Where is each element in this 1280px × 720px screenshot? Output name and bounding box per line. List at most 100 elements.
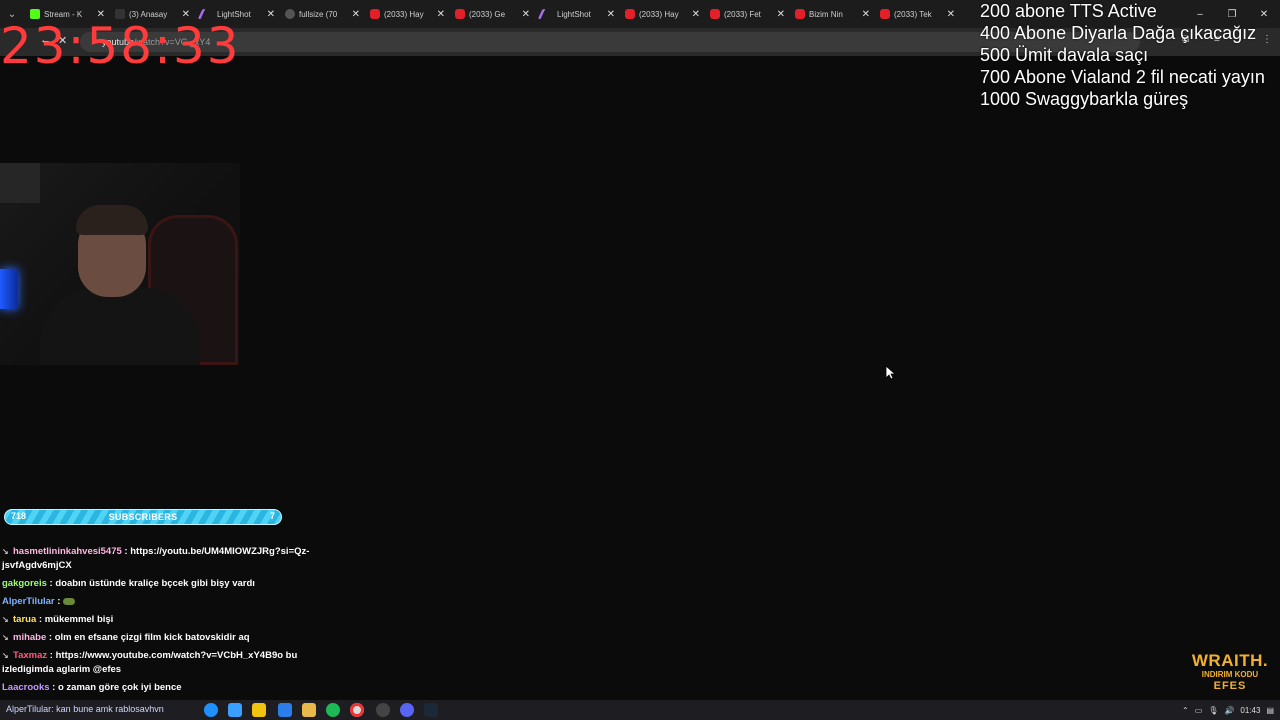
sponsor-logo: WRAITH. INDIRIM KODU EFES	[1190, 651, 1270, 693]
folder-icon[interactable]	[302, 703, 316, 717]
chat-separator: :	[49, 682, 58, 693]
chat-username: Taxmaz	[13, 650, 48, 661]
youtube-icon	[625, 9, 635, 19]
discord-icon[interactable]	[400, 703, 414, 717]
goal-item: 700 Abone Vialand 2 fil necati yayın	[980, 67, 1265, 87]
tray-chevron-icon[interactable]: ⌃	[1182, 706, 1189, 715]
browser-tab[interactable]: (2033) Hay ✕	[364, 0, 449, 28]
browser-tab[interactable]: (2033) Tek ✕	[874, 0, 959, 28]
chat-text: mükemmel bişi	[44, 614, 114, 625]
chat-emote-icon	[63, 597, 76, 605]
youtube-icon	[795, 9, 805, 19]
copilot-icon[interactable]	[228, 703, 242, 717]
chat-text: doabın üstünde kraliçe bçcek gibi bişy v…	[55, 578, 255, 589]
chat-message: ↘ mihabe : olm en efsane çizgi film kick …	[2, 631, 332, 645]
chat-badge-icon: ↘	[2, 547, 9, 556]
webcam-person-hair	[76, 205, 148, 235]
chat-message: Laacrooks : o zaman göre çok iyi bence	[2, 681, 332, 695]
browser-tab[interactable]: LightShot ✕	[534, 0, 619, 28]
mouse-cursor-icon	[886, 366, 896, 380]
sponsor-code-label: INDIRIM KODU	[1201, 670, 1259, 679]
chat-username: mihabe	[13, 632, 47, 643]
chat-message: ↘ hasmetlininkahvesi5475 : https://youtu.…	[2, 545, 332, 573]
tab-close-icon[interactable]: ✕	[267, 9, 275, 20]
tab-title: (2033) Tek	[894, 9, 932, 19]
tab-title: (2033) Hay	[639, 9, 679, 19]
tab-close-icon[interactable]: ✕	[352, 9, 360, 20]
subscriber-progress-bar: 718 SUBSCRIBERS 7	[4, 509, 282, 525]
tab-title: LightShot	[557, 9, 591, 19]
sponsor-code: EFES	[1213, 680, 1247, 692]
tab-title: (2033) Fet	[724, 9, 761, 19]
browser-tab[interactable]: (2033) Fet ✕	[704, 0, 789, 28]
tab-title: Bizim Nin	[809, 9, 843, 19]
subscriber-goals: 200 abone TTS Active 400 Abone Diyarla D…	[980, 0, 1280, 110]
chat-separator: :	[47, 650, 56, 661]
tab-close-icon[interactable]: ✕	[522, 9, 530, 20]
file-explorer-icon[interactable]	[252, 703, 266, 717]
chat-text: olm en efsane çizgi film kick batovskidi…	[54, 632, 250, 643]
microphone-icon[interactable]: 🎙	[1208, 706, 1218, 715]
chat-username: tarua	[13, 614, 37, 625]
chat-text: o zaman göre çok iyi bence	[57, 682, 182, 693]
chat-badge-icon: ↘	[2, 633, 9, 642]
chat-separator: :	[121, 546, 131, 557]
system-tray: ⌃ ▭ 🎙 🔊 01:43 ▤	[1182, 700, 1280, 720]
notification-icon[interactable]: ▤	[1266, 706, 1274, 715]
tab-close-icon[interactable]: ✕	[947, 9, 955, 20]
chat-message: ↘ tarua : mükemmel bişi	[2, 613, 332, 627]
tab-close-icon[interactable]: ✕	[607, 9, 615, 20]
chat-message: AlperTilular :	[2, 595, 332, 609]
windows-taskbar: AlperTilular: kan bune amk rablosavhvn ⌃…	[0, 700, 1280, 720]
spotify-icon[interactable]	[326, 703, 340, 717]
tab-title: fullsize (70	[299, 9, 338, 19]
goal-item: 1000 Swaggybarkla güreş	[980, 89, 1189, 109]
youtube-icon	[370, 9, 380, 19]
chat-message: ↘ Taxmaz : https://www.youtube.com/watch?…	[2, 649, 332, 677]
chat-feed: ↘ hasmetlininkahvesi5475 : https://youtu.…	[2, 545, 332, 699]
chat-separator: :	[54, 596, 64, 607]
subscriber-label: SUBSCRIBERS	[108, 512, 178, 522]
chat-message: gakgoreis : doabın üstünde kraliçe bçcek…	[2, 577, 332, 591]
obs-icon[interactable]	[376, 703, 390, 717]
tab-title: (2033) Hay	[384, 9, 424, 19]
tab-close-icon[interactable]: ✕	[862, 9, 870, 20]
stream-clock: 23:58:33	[0, 17, 241, 75]
chat-separator: :	[36, 614, 45, 625]
subscriber-goal: 7	[269, 511, 275, 521]
webcam-person-body	[40, 287, 200, 365]
webcam-background	[0, 163, 40, 203]
youtube-icon	[710, 9, 720, 19]
youtube-icon	[880, 9, 890, 19]
browser-tab[interactable]: (2033) Hay ✕	[619, 0, 704, 28]
clock-time[interactable]: 01:43	[1240, 706, 1260, 715]
tab-close-icon[interactable]: ✕	[437, 9, 445, 20]
steam-icon[interactable]	[424, 703, 438, 717]
browser-tab[interactable]: fullsize (70 ✕	[279, 0, 364, 28]
sponsor-brand: WRAITH.	[1191, 651, 1269, 670]
chat-username: AlperTilular	[2, 596, 55, 607]
chat-username: Laacrooks	[2, 682, 50, 693]
goal-item: 400 Abone Diyarla Dağa çıkacağız	[980, 23, 1257, 43]
goal-item: 200 abone TTS Active	[980, 1, 1157, 21]
browser-tab[interactable]: Bizim Nin ✕	[789, 0, 874, 28]
chat-badge-icon: ↘	[2, 615, 9, 624]
chrome-icon[interactable]	[350, 703, 364, 717]
chat-username: hasmetlininkahvesi5475	[13, 546, 122, 557]
edge-icon[interactable]	[204, 703, 218, 717]
youtube-icon	[455, 9, 465, 19]
network-icon[interactable]: ▭	[1195, 706, 1203, 715]
webcam-led-light	[0, 269, 18, 309]
goal-item: 500 Ümit davala saçı	[980, 45, 1149, 65]
globe-icon	[285, 9, 295, 19]
chat-separator: :	[46, 632, 55, 643]
tab-close-icon[interactable]: ✕	[692, 9, 700, 20]
tab-close-icon[interactable]: ✕	[777, 9, 785, 20]
browser-tab[interactable]: (2033) Ge ✕	[449, 0, 534, 28]
chat-username: gakgoreis	[2, 578, 47, 589]
taskbar-search-overlay-text: AlperTilular: kan bune amk rablosavhvn	[6, 704, 164, 714]
webcam-feed	[0, 163, 240, 365]
lightshot-icon	[537, 9, 556, 19]
outlook-icon[interactable]	[278, 703, 292, 717]
volume-icon[interactable]: 🔊	[1224, 706, 1234, 715]
